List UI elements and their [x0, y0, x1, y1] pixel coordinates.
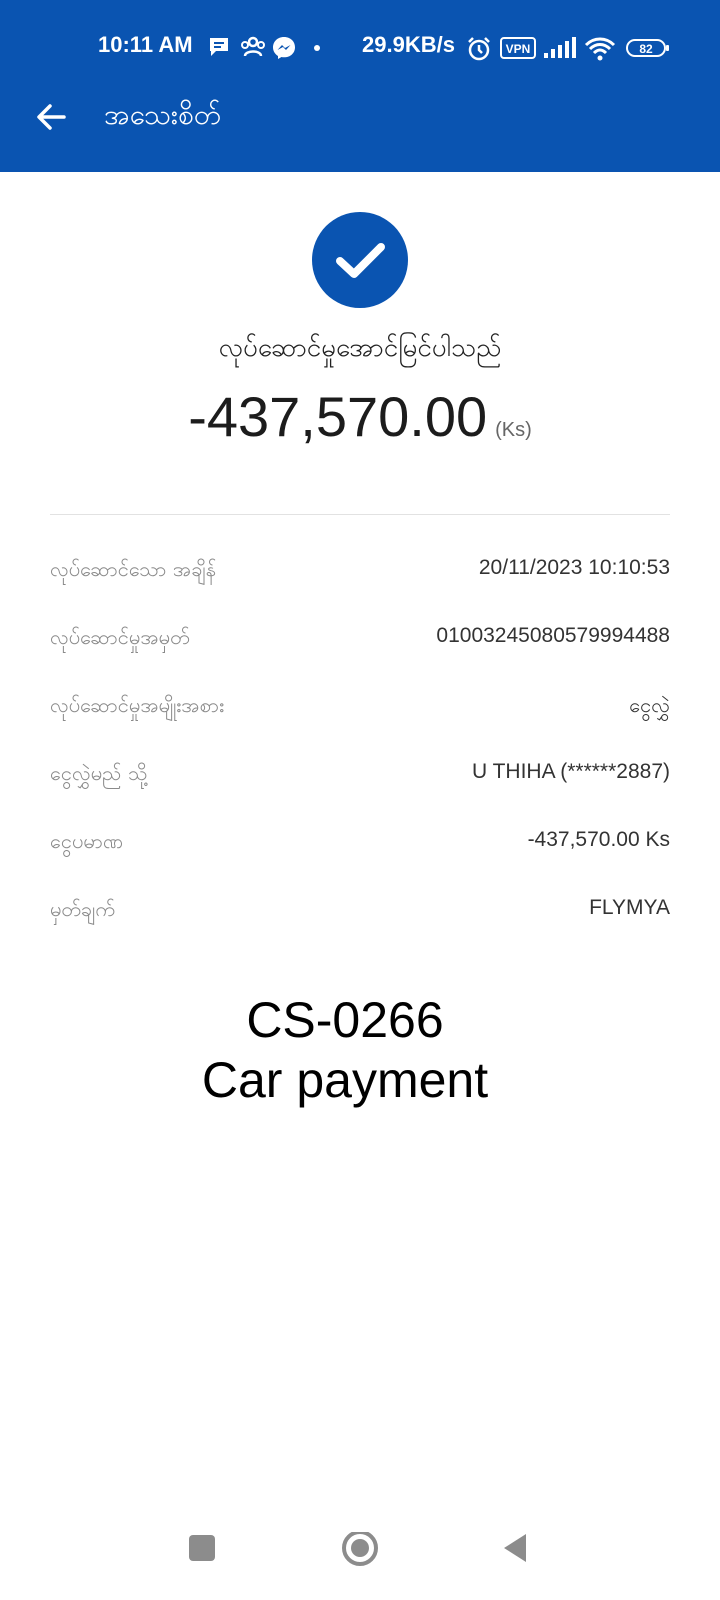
status-time: 10:11 AM — [98, 32, 193, 57]
status-bar: 10:11 AM 29.9KB/s VPN 82 — [0, 28, 720, 68]
app-header: 10:11 AM 29.9KB/s VPN 82 အသေးစိတ် — [0, 0, 720, 172]
vpn-icon: VPN — [500, 37, 536, 59]
home-circle-icon[interactable] — [340, 1532, 380, 1572]
note-line-2: Car payment — [201, 1052, 489, 1108]
amount-display: -437,570.00 (Ks) — [0, 384, 720, 449]
detail-row-time: လုပ်ဆောင်သော အချိန် 20/11/2023 10:10:53 — [50, 550, 670, 590]
detail-value: 01003245080579994488 — [436, 624, 670, 647]
detail-value: ငွေလွှဲ — [629, 693, 670, 717]
back-arrow-icon[interactable] — [34, 100, 68, 134]
detail-value: 20/11/2023 10:10:53 — [478, 556, 670, 579]
network-speed: 29.9KB/s — [362, 32, 455, 57]
messenger-icon — [273, 37, 295, 59]
detail-label: လုပ်ဆောင်မှုအမျိုးအစား — [50, 693, 225, 717]
battery-level: 82 — [639, 42, 653, 56]
detail-row-transaction-type: လုပ်ဆောင်မှုအမျိုးအစား ငွေလွှဲ — [50, 686, 670, 726]
alarm-icon — [468, 37, 490, 61]
page-title: အသေးစိတ် — [104, 98, 222, 131]
vpn-label: VPN — [506, 42, 531, 56]
navigation-bar — [0, 1520, 720, 1600]
detail-label: ငွေလွှဲမည် သို့ — [50, 761, 148, 785]
wifi-icon — [584, 37, 616, 61]
message-icon — [210, 38, 228, 56]
detail-row-note: မှတ်ချက် FLYMYA — [50, 890, 670, 930]
detail-value: U THIHA (******2887) — [471, 760, 670, 783]
amount-value: -437,570.00 — [188, 385, 488, 448]
people-icon — [241, 36, 265, 57]
note-line-1: CS-0266 — [246, 992, 444, 1048]
amount-unit: (Ks) — [495, 419, 532, 441]
detail-label: ငွေပမာဏ — [50, 829, 124, 853]
detail-value: FLYMYA — [589, 896, 670, 919]
back-triangle-icon[interactable] — [500, 1532, 532, 1564]
detail-value: -437,570.00 Ks — [527, 828, 670, 851]
detail-row-amount: ငွေပမာဏ -437,570.00 Ks — [50, 822, 670, 862]
dot-icon — [314, 45, 320, 51]
detail-label: လုပ်ဆောင်မှုအမှတ် — [50, 625, 190, 649]
divider — [50, 514, 670, 515]
detail-row-transaction-id: လုပ်ဆောင်မှုအမှတ် 01003245080579994488 — [50, 618, 670, 658]
signal-icon — [544, 37, 576, 58]
recents-square-icon[interactable] — [186, 1532, 218, 1564]
battery-icon: 82 — [626, 39, 669, 57]
annotation-note: CS-0266 Car payment — [0, 990, 690, 1110]
success-message: လုပ်ဆောင်မှုအောင်မြင်ပါသည် — [218, 333, 502, 363]
check-circle-icon — [312, 212, 408, 308]
detail-label: မှတ်ချက် — [50, 897, 115, 921]
detail-label: လုပ်ဆောင်သော အချိန် — [50, 557, 217, 581]
detail-row-recipient: ငွေလွှဲမည် သို့ U THIHA (******2887) — [50, 754, 670, 794]
